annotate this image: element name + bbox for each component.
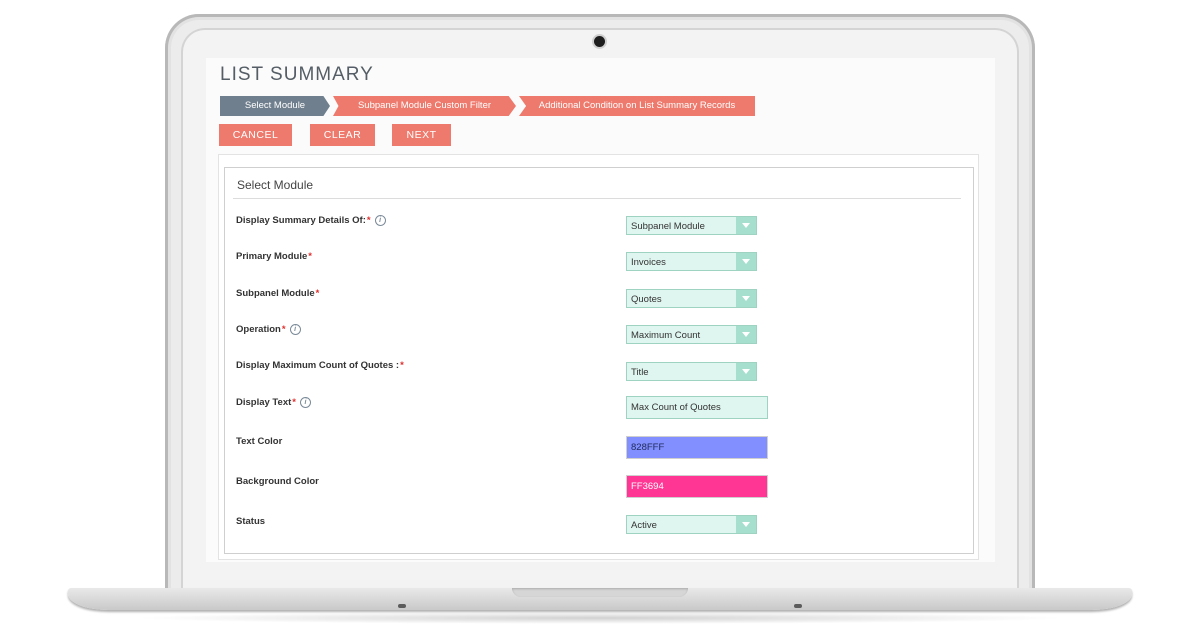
background-color-label: Background Color bbox=[236, 476, 319, 487]
required-mark: * bbox=[366, 215, 371, 227]
display-max-count-select[interactable]: Title bbox=[626, 362, 757, 381]
next-button[interactable]: NEXT bbox=[392, 124, 451, 146]
label-text: Text Color bbox=[236, 436, 283, 447]
caret-down-icon[interactable] bbox=[736, 290, 756, 307]
laptop-foot bbox=[398, 604, 406, 608]
laptop-notch bbox=[512, 588, 688, 597]
select-value: Maximum Count bbox=[631, 330, 701, 341]
step-select-module[interactable]: Select Module bbox=[220, 96, 330, 116]
select-value: Active bbox=[631, 520, 657, 531]
section-title: Select Module bbox=[237, 178, 314, 192]
laptop-shadow bbox=[130, 612, 1070, 624]
webcam-icon bbox=[594, 36, 605, 47]
app-screen: LIST SUMMARY Select Module Subpanel Modu… bbox=[206, 58, 995, 562]
label-text: Display Maximum Count of Quotes : bbox=[236, 360, 400, 371]
clear-button[interactable]: CLEAR bbox=[310, 124, 375, 146]
display-summary-label: Display Summary Details Of:* i bbox=[236, 215, 386, 226]
section-divider bbox=[233, 198, 961, 199]
step-subpanel-filter[interactable]: Subpanel Module Custom Filter bbox=[333, 96, 516, 116]
caret-down-icon[interactable] bbox=[736, 217, 756, 234]
required-mark: * bbox=[315, 288, 320, 299]
caret-down-icon[interactable] bbox=[736, 516, 756, 533]
select-module-panel: Select Module Display Summary Details Of… bbox=[224, 167, 974, 554]
operation-label: Operation* i bbox=[236, 324, 301, 335]
required-mark: * bbox=[400, 360, 404, 371]
status-label: Status bbox=[236, 516, 265, 527]
label-text: Operation bbox=[236, 324, 281, 336]
label-text: Status bbox=[236, 516, 266, 527]
required-mark: * bbox=[292, 397, 296, 409]
form-panel: Select Module Display Summary Details Of… bbox=[218, 154, 979, 560]
select-value: Title bbox=[631, 367, 649, 378]
operation-select[interactable]: Maximum Count bbox=[626, 325, 757, 344]
step-label: Subpanel Module Custom Filter bbox=[357, 100, 492, 111]
caret-down-icon[interactable] bbox=[736, 363, 756, 380]
label-text: Subpanel Module bbox=[236, 288, 315, 299]
label-text: Primary Module bbox=[236, 251, 308, 262]
display-summary-select[interactable]: Subpanel Module bbox=[626, 216, 757, 235]
display-text-input[interactable] bbox=[626, 396, 768, 419]
subpanel-module-label: Subpanel Module* bbox=[236, 288, 319, 299]
select-value: Subpanel Module bbox=[631, 221, 705, 232]
step-additional-condition[interactable]: Additional Condition on List Summary Rec… bbox=[519, 96, 755, 116]
text-color-label: Text Color bbox=[236, 436, 282, 447]
label-text: Display Summary Details Of: bbox=[236, 215, 366, 227]
required-mark: * bbox=[281, 324, 286, 336]
label-text: Display Text bbox=[236, 397, 292, 409]
page-title: LIST SUMMARY bbox=[220, 64, 374, 85]
primary-module-select[interactable]: Invoices bbox=[626, 252, 757, 271]
caret-down-icon[interactable] bbox=[736, 253, 756, 270]
label-text: Background Color bbox=[236, 476, 319, 487]
step-label: Additional Condition on List Summary Rec… bbox=[538, 100, 736, 111]
info-icon[interactable]: i bbox=[374, 215, 386, 226]
required-mark: * bbox=[308, 251, 312, 262]
info-icon[interactable]: i bbox=[299, 397, 311, 408]
text-color-input[interactable] bbox=[626, 436, 768, 459]
caret-down-icon[interactable] bbox=[736, 326, 756, 343]
select-value: Invoices bbox=[631, 257, 666, 268]
status-select[interactable]: Active bbox=[626, 515, 757, 534]
display-text-label: Display Text* i bbox=[236, 397, 311, 408]
display-max-count-label: Display Maximum Count of Quotes :* bbox=[236, 360, 404, 371]
primary-module-label: Primary Module* bbox=[236, 251, 312, 262]
info-icon[interactable]: i bbox=[289, 324, 301, 335]
background-color-input[interactable] bbox=[626, 475, 768, 498]
laptop-foot bbox=[794, 604, 802, 608]
step-label: Select Module bbox=[244, 100, 306, 111]
select-value: Quotes bbox=[631, 294, 662, 305]
cancel-button[interactable]: CANCEL bbox=[219, 124, 292, 146]
subpanel-module-select[interactable]: Quotes bbox=[626, 289, 757, 308]
